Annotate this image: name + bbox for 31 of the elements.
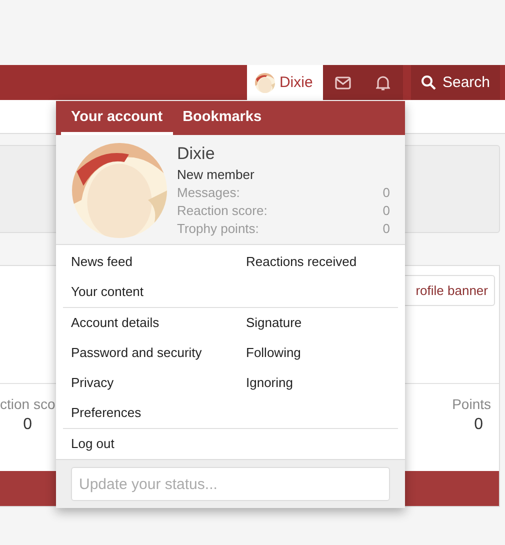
stat-label: Reaction score: xyxy=(177,202,268,220)
user-menu-link[interactable]: Dixie xyxy=(247,65,324,100)
user-title: New member xyxy=(177,166,256,184)
menu-link[interactable]: Account details xyxy=(71,308,246,338)
menu-link[interactable]: Password and security xyxy=(71,338,246,368)
menu-tab[interactable]: Bookmarks xyxy=(172,101,272,135)
menu-link[interactable]: Your content xyxy=(71,277,246,307)
search-icon xyxy=(421,75,436,90)
search-button[interactable]: Search xyxy=(411,65,500,100)
stat-label: ction sco xyxy=(0,396,56,412)
menu-link[interactable]: Ignoring xyxy=(246,368,390,398)
menu-link[interactable]: Reactions received xyxy=(246,247,390,277)
stat-value: 0 xyxy=(382,220,390,238)
bell-icon[interactable] xyxy=(363,65,404,100)
stat-label: Messages: xyxy=(177,184,240,202)
stat-value: 0 xyxy=(23,416,32,434)
menu-link[interactable]: Following xyxy=(246,338,390,368)
menu-link[interactable]: Privacy xyxy=(71,368,246,398)
stat-value: 0 xyxy=(474,416,483,434)
status-input[interactable]: Update your status... xyxy=(71,467,390,501)
stat-value: 0 xyxy=(382,184,390,202)
menu-link[interactable]: News feed xyxy=(71,247,246,277)
stat-label: Trophy points: xyxy=(177,220,259,238)
menu-link[interactable]: Log out xyxy=(71,429,246,459)
mail-icon[interactable] xyxy=(323,65,364,100)
menu-link[interactable]: Preferences xyxy=(71,398,246,428)
stat-value: 0 xyxy=(382,202,390,220)
user-name: Dixie xyxy=(177,143,216,165)
menu-link[interactable]: Signature xyxy=(246,308,390,338)
stat-label: Points xyxy=(452,396,491,412)
profile-banner-button[interactable]: rofile banner xyxy=(404,275,495,306)
